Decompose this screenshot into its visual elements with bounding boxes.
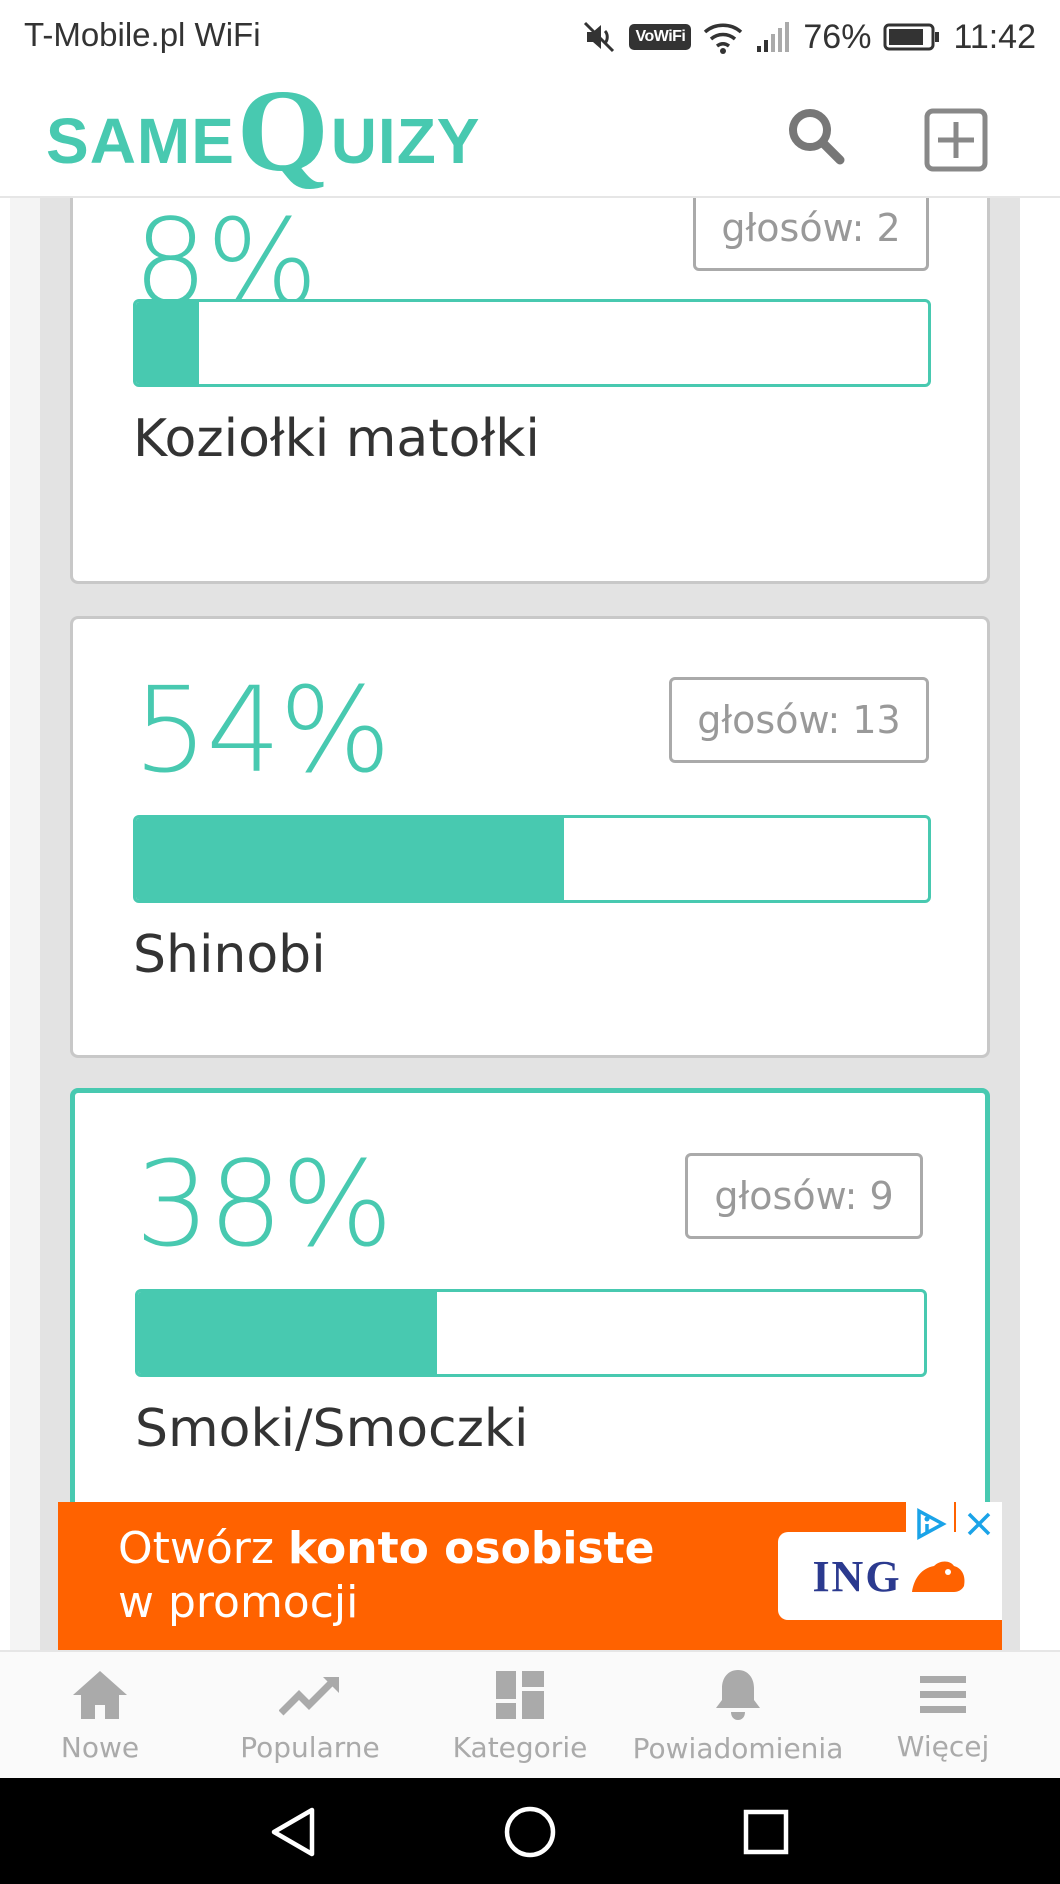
votes-badge: głosów: 2: [693, 198, 929, 271]
logo-text-uizy: UIZY: [330, 105, 481, 177]
back-icon[interactable]: [266, 1804, 322, 1860]
result-card: 8% głosów: 2 Koziołki matołki: [70, 198, 990, 584]
close-icon[interactable]: [956, 1502, 1002, 1546]
logo-text-q: Q: [236, 64, 329, 196]
logo-text-same: SAME: [46, 105, 235, 177]
battery-percent: 76%: [803, 17, 872, 56]
result-progress-bar: [135, 1289, 927, 1377]
trending-icon: [278, 1669, 341, 1725]
ad-banner[interactable]: Otwórz konto osobiste w promocji ING: [58, 1502, 1002, 1650]
result-percent: 54%: [133, 661, 391, 799]
result-progress-fill: [138, 1292, 437, 1374]
result-percent: 38%: [135, 1135, 393, 1273]
result-progress-fill: [136, 302, 200, 384]
ad-text-line2: w promocji: [118, 1577, 359, 1628]
status-icons: VoWiFi 76% 11:42: [581, 12, 1036, 62]
nav-label: Popularne: [240, 1730, 380, 1764]
nav-label: Nowe: [60, 1730, 140, 1764]
nav-label: Kategorie: [452, 1730, 588, 1764]
signal-icon: [755, 20, 791, 54]
nav-item-kategorie[interactable]: Kategorie: [440, 1652, 600, 1780]
nav-item-nowe[interactable]: Nowe: [20, 1652, 180, 1780]
nav-item-wiecej[interactable]: Więcej: [880, 1652, 1006, 1780]
results-area[interactable]: 8% głosów: 2 Koziołki matołki 54% głosów…: [0, 198, 1060, 1650]
home-circle-icon[interactable]: [502, 1804, 558, 1860]
nav-item-popularne[interactable]: Popularne: [220, 1652, 400, 1780]
menu-icon: [918, 1670, 968, 1724]
carrier-label: T-Mobile.pl WiFi: [24, 16, 261, 53]
recents-icon[interactable]: [738, 1804, 794, 1860]
result-progress-bar: [133, 815, 931, 903]
nav-label: Więcej: [896, 1729, 990, 1763]
search-icon[interactable]: [784, 104, 846, 166]
votes-badge: głosów: 9: [685, 1153, 923, 1239]
add-icon[interactable]: [924, 108, 988, 172]
system-navigation-bar: [0, 1778, 1060, 1884]
result-answer-label: Shinobi: [133, 925, 326, 985]
home-icon: [71, 1669, 129, 1725]
vowifi-badge: VoWiFi: [629, 24, 692, 50]
wifi-icon: [703, 20, 743, 54]
app-header: SAME Q UIZY: [0, 64, 1060, 198]
adchoices-icon[interactable]: [906, 1502, 954, 1546]
clock: 11:42: [953, 17, 1036, 56]
result-answer-label: Koziołki matołki: [133, 409, 540, 469]
samequizy-logo[interactable]: SAME Q UIZY: [46, 64, 481, 198]
nav-label: Powiadomienia: [632, 1731, 844, 1765]
result-progress-fill: [136, 818, 564, 900]
ad-text-normal: Otwórz: [118, 1523, 288, 1574]
battery-icon: [883, 22, 941, 52]
ing-brand-text: ING: [812, 1551, 902, 1601]
bell-icon: [713, 1668, 763, 1726]
votes-badge: głosów: 13: [669, 677, 929, 763]
categories-icon: [494, 1669, 546, 1725]
nav-item-powiadomienia[interactable]: Powiadomienia: [620, 1652, 856, 1780]
status-bar: T-Mobile.pl WiFi VoWiFi 76% 11:42: [0, 0, 1060, 74]
bottom-nav: Nowe Popularne Kategorie Powiadomienia W…: [0, 1650, 1060, 1778]
result-answer-label: Smoki/Smoczki: [135, 1399, 529, 1459]
ad-text-bold: konto osobiste: [287, 1523, 655, 1574]
ad-text: Otwórz konto osobiste w promocji: [118, 1522, 654, 1630]
result-card: 54% głosów: 13 Shinobi: [70, 616, 990, 1058]
result-progress-bar: [133, 299, 931, 387]
lion-icon: [911, 1561, 965, 1592]
mute-icon: [581, 19, 617, 55]
